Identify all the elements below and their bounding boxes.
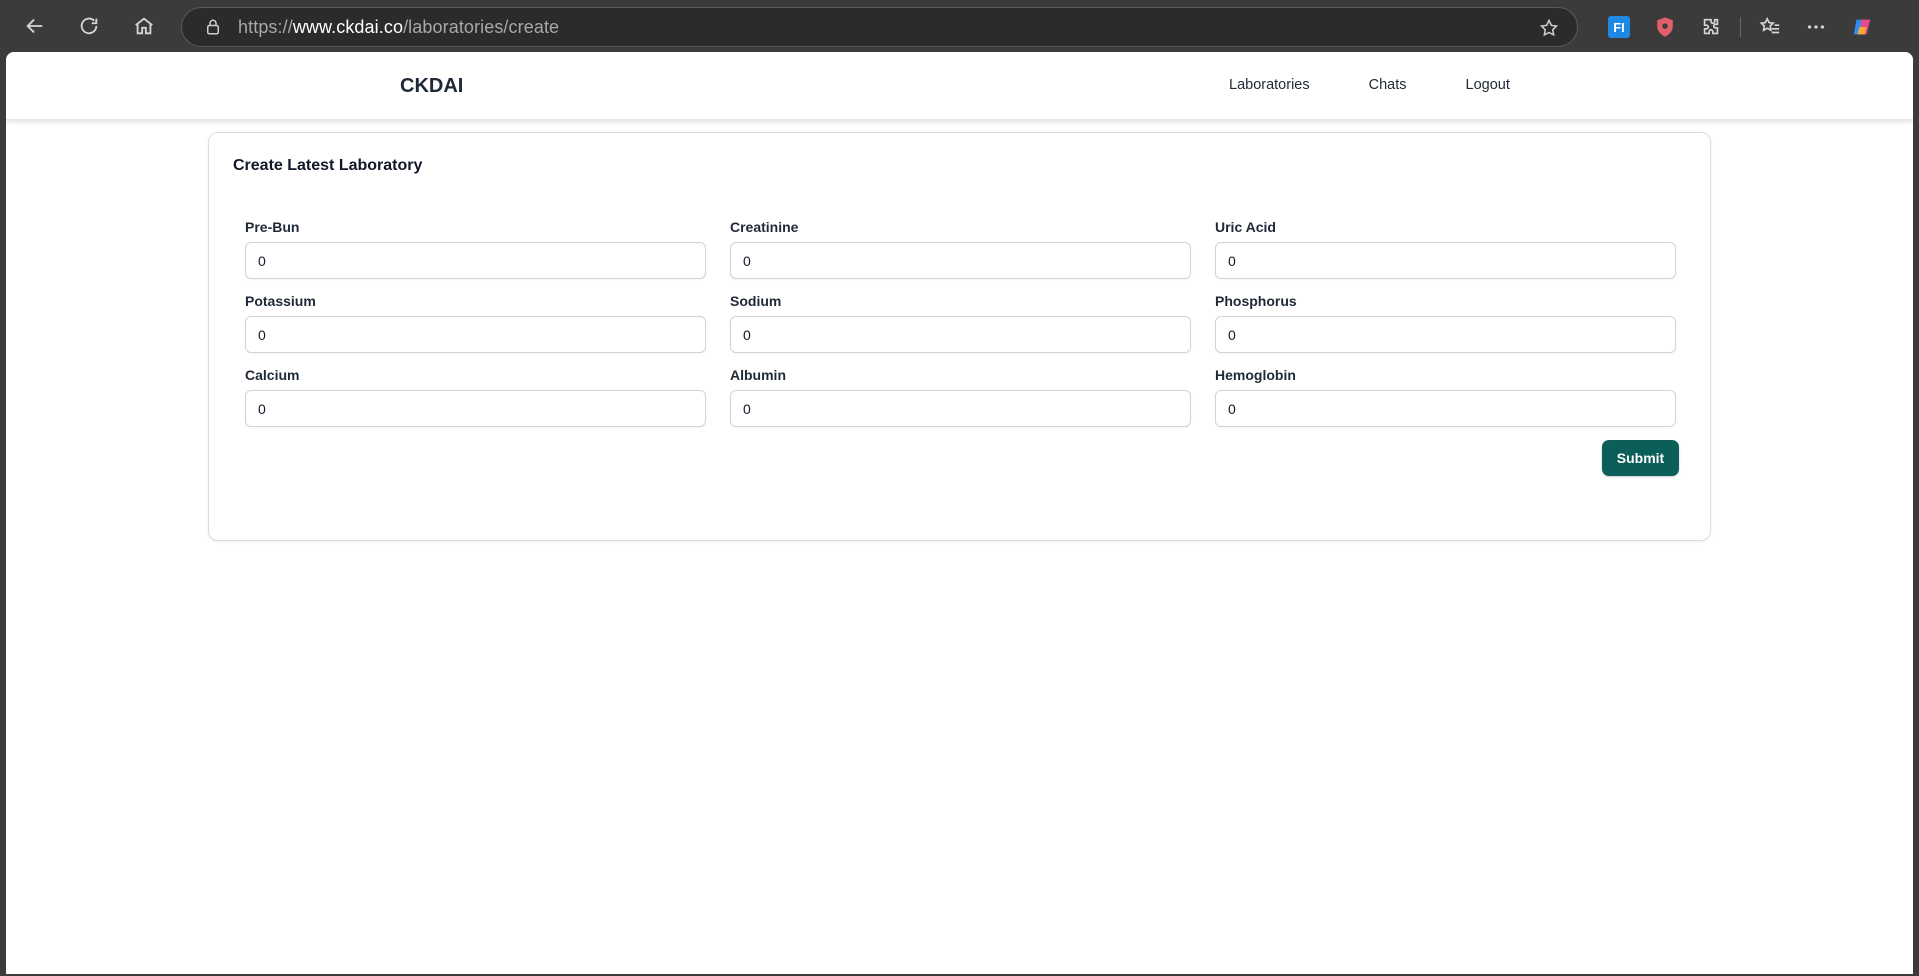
field-label: Uric Acid bbox=[1215, 219, 1276, 235]
field-hemoglobin: Hemoglobin bbox=[1215, 367, 1676, 427]
field-pre-bun: Pre-Bun bbox=[245, 219, 706, 279]
refresh-icon[interactable] bbox=[69, 6, 109, 46]
app-header: CKDAI Laboratories Chats Logout bbox=[6, 52, 1913, 120]
field-label: Phosphorus bbox=[1215, 293, 1297, 309]
favorites-icon[interactable] bbox=[1747, 7, 1793, 47]
potassium-input[interactable] bbox=[245, 316, 706, 353]
browser-toolbar: https://www.ckdai.co/laboratories/create… bbox=[0, 0, 1919, 52]
back-icon[interactable] bbox=[15, 6, 55, 46]
field-label: Pre-Bun bbox=[245, 219, 300, 235]
favorite-star-icon[interactable] bbox=[1539, 18, 1559, 38]
address-bar[interactable]: https://www.ckdai.co/laboratories/create bbox=[181, 7, 1578, 47]
hemoglobin-input[interactable] bbox=[1215, 390, 1676, 427]
field-creatinine: Creatinine bbox=[730, 219, 1191, 279]
sodium-input[interactable] bbox=[730, 316, 1191, 353]
more-options-icon[interactable] bbox=[1793, 7, 1839, 47]
field-uric-acid: Uric Acid bbox=[1215, 219, 1676, 279]
create-laboratory-card: Create Latest Laboratory Pre-Bun Creatin… bbox=[208, 132, 1711, 541]
albumin-input[interactable] bbox=[730, 390, 1191, 427]
field-phosphorus: Phosphorus bbox=[1215, 293, 1676, 353]
pre-bun-input[interactable] bbox=[245, 242, 706, 279]
extensions-area: FI bbox=[1596, 7, 1885, 47]
lock-icon bbox=[207, 19, 219, 35]
toolbar-separator bbox=[1740, 17, 1741, 37]
uric-acid-input[interactable] bbox=[1215, 242, 1676, 279]
field-label: Creatinine bbox=[730, 219, 799, 235]
submit-button[interactable]: Submit bbox=[1602, 440, 1679, 476]
form-title: Create Latest Laboratory bbox=[233, 157, 423, 174]
field-potassium: Potassium bbox=[245, 293, 706, 353]
extensions-puzzle-icon[interactable] bbox=[1688, 7, 1734, 47]
brand-logo[interactable]: CKDAI bbox=[400, 75, 463, 98]
creatinine-input[interactable] bbox=[730, 242, 1191, 279]
field-calcium: Calcium bbox=[245, 367, 706, 427]
nav-chats[interactable]: Chats bbox=[1369, 77, 1407, 93]
field-label: Albumin bbox=[730, 367, 786, 383]
nav-laboratories[interactable]: Laboratories bbox=[1229, 77, 1310, 93]
extension-fi-icon[interactable]: FI bbox=[1596, 7, 1642, 47]
top-nav: Laboratories Chats Logout bbox=[1229, 77, 1569, 93]
field-sodium: Sodium bbox=[730, 293, 1191, 353]
phosphorus-input[interactable] bbox=[1215, 316, 1676, 353]
nav-logout[interactable]: Logout bbox=[1466, 77, 1510, 93]
field-label: Hemoglobin bbox=[1215, 367, 1296, 383]
shield-extension-icon[interactable] bbox=[1642, 7, 1688, 47]
calcium-input[interactable] bbox=[245, 390, 706, 427]
copilot-icon[interactable] bbox=[1839, 7, 1885, 47]
field-label: Sodium bbox=[730, 293, 782, 309]
url-text: https://www.ckdai.co/laboratories/create bbox=[238, 16, 560, 37]
page-viewport: CKDAI Laboratories Chats Logout Create L… bbox=[6, 52, 1913, 974]
field-label: Calcium bbox=[245, 367, 300, 383]
home-icon[interactable] bbox=[124, 6, 164, 46]
field-label: Potassium bbox=[245, 293, 316, 309]
field-albumin: Albumin bbox=[730, 367, 1191, 427]
